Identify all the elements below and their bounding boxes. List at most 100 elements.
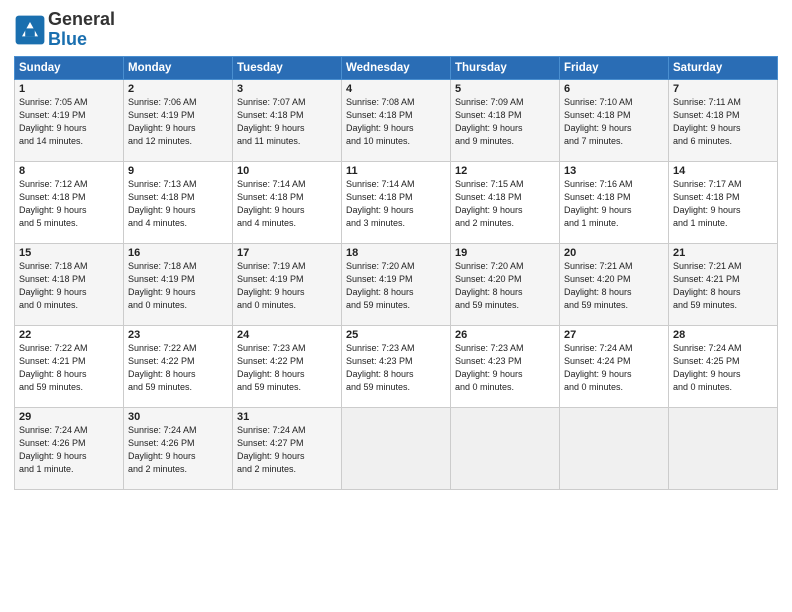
day-number: 24	[237, 329, 337, 341]
calendar-cell: 31Sunrise: 7:24 AM Sunset: 4:27 PM Dayli…	[233, 407, 342, 489]
day-number: 18	[346, 247, 446, 259]
day-number: 23	[128, 329, 228, 341]
calendar-cell: 23Sunrise: 7:22 AM Sunset: 4:22 PM Dayli…	[124, 325, 233, 407]
calendar-cell: 22Sunrise: 7:22 AM Sunset: 4:21 PM Dayli…	[15, 325, 124, 407]
day-number: 20	[564, 247, 664, 259]
calendar-cell	[342, 407, 451, 489]
calendar-cell: 27Sunrise: 7:24 AM Sunset: 4:24 PM Dayli…	[560, 325, 669, 407]
calendar-cell: 25Sunrise: 7:23 AM Sunset: 4:23 PM Dayli…	[342, 325, 451, 407]
calendar-cell: 3Sunrise: 7:07 AM Sunset: 4:18 PM Daylig…	[233, 79, 342, 161]
calendar-cell: 24Sunrise: 7:23 AM Sunset: 4:22 PM Dayli…	[233, 325, 342, 407]
day-info: Sunrise: 7:19 AM Sunset: 4:19 PM Dayligh…	[237, 260, 337, 312]
logo: General Blue	[14, 10, 115, 50]
day-info: Sunrise: 7:24 AM Sunset: 4:27 PM Dayligh…	[237, 424, 337, 476]
calendar-cell: 15Sunrise: 7:18 AM Sunset: 4:18 PM Dayli…	[15, 243, 124, 325]
calendar-cell: 7Sunrise: 7:11 AM Sunset: 4:18 PM Daylig…	[669, 79, 778, 161]
calendar-cell: 6Sunrise: 7:10 AM Sunset: 4:18 PM Daylig…	[560, 79, 669, 161]
day-number: 5	[455, 83, 555, 95]
day-info: Sunrise: 7:24 AM Sunset: 4:25 PM Dayligh…	[673, 342, 773, 394]
day-number: 14	[673, 165, 773, 177]
logo-text: General Blue	[48, 10, 115, 50]
day-number: 10	[237, 165, 337, 177]
day-info: Sunrise: 7:06 AM Sunset: 4:19 PM Dayligh…	[128, 96, 228, 148]
day-info: Sunrise: 7:15 AM Sunset: 4:18 PM Dayligh…	[455, 178, 555, 230]
day-info: Sunrise: 7:20 AM Sunset: 4:19 PM Dayligh…	[346, 260, 446, 312]
day-info: Sunrise: 7:08 AM Sunset: 4:18 PM Dayligh…	[346, 96, 446, 148]
calendar-cell: 19Sunrise: 7:20 AM Sunset: 4:20 PM Dayli…	[451, 243, 560, 325]
day-info: Sunrise: 7:24 AM Sunset: 4:26 PM Dayligh…	[128, 424, 228, 476]
calendar-cell	[451, 407, 560, 489]
calendar-cell: 17Sunrise: 7:19 AM Sunset: 4:19 PM Dayli…	[233, 243, 342, 325]
day-number: 26	[455, 329, 555, 341]
calendar-cell: 13Sunrise: 7:16 AM Sunset: 4:18 PM Dayli…	[560, 161, 669, 243]
day-number: 13	[564, 165, 664, 177]
calendar-cell	[669, 407, 778, 489]
day-info: Sunrise: 7:09 AM Sunset: 4:18 PM Dayligh…	[455, 96, 555, 148]
day-info: Sunrise: 7:22 AM Sunset: 4:21 PM Dayligh…	[19, 342, 119, 394]
day-info: Sunrise: 7:18 AM Sunset: 4:18 PM Dayligh…	[19, 260, 119, 312]
day-number: 28	[673, 329, 773, 341]
day-number: 12	[455, 165, 555, 177]
day-info: Sunrise: 7:07 AM Sunset: 4:18 PM Dayligh…	[237, 96, 337, 148]
col-header-tuesday: Tuesday	[233, 56, 342, 79]
logo-icon	[14, 14, 46, 46]
col-header-saturday: Saturday	[669, 56, 778, 79]
calendar-cell: 21Sunrise: 7:21 AM Sunset: 4:21 PM Dayli…	[669, 243, 778, 325]
calendar-cell: 30Sunrise: 7:24 AM Sunset: 4:26 PM Dayli…	[124, 407, 233, 489]
calendar-cell: 28Sunrise: 7:24 AM Sunset: 4:25 PM Dayli…	[669, 325, 778, 407]
day-info: Sunrise: 7:24 AM Sunset: 4:24 PM Dayligh…	[564, 342, 664, 394]
day-number: 29	[19, 411, 119, 423]
day-info: Sunrise: 7:11 AM Sunset: 4:18 PM Dayligh…	[673, 96, 773, 148]
calendar-cell: 4Sunrise: 7:08 AM Sunset: 4:18 PM Daylig…	[342, 79, 451, 161]
calendar-cell: 9Sunrise: 7:13 AM Sunset: 4:18 PM Daylig…	[124, 161, 233, 243]
calendar-cell: 18Sunrise: 7:20 AM Sunset: 4:19 PM Dayli…	[342, 243, 451, 325]
day-number: 15	[19, 247, 119, 259]
day-number: 19	[455, 247, 555, 259]
day-info: Sunrise: 7:20 AM Sunset: 4:20 PM Dayligh…	[455, 260, 555, 312]
calendar-cell: 26Sunrise: 7:23 AM Sunset: 4:23 PM Dayli…	[451, 325, 560, 407]
day-info: Sunrise: 7:22 AM Sunset: 4:22 PM Dayligh…	[128, 342, 228, 394]
col-header-monday: Monday	[124, 56, 233, 79]
calendar-cell: 20Sunrise: 7:21 AM Sunset: 4:20 PM Dayli…	[560, 243, 669, 325]
col-header-wednesday: Wednesday	[342, 56, 451, 79]
day-number: 22	[19, 329, 119, 341]
day-number: 31	[237, 411, 337, 423]
header: General Blue	[14, 10, 778, 50]
day-number: 7	[673, 83, 773, 95]
week-row-3: 15Sunrise: 7:18 AM Sunset: 4:18 PM Dayli…	[15, 243, 778, 325]
day-info: Sunrise: 7:12 AM Sunset: 4:18 PM Dayligh…	[19, 178, 119, 230]
calendar-cell	[560, 407, 669, 489]
day-info: Sunrise: 7:16 AM Sunset: 4:18 PM Dayligh…	[564, 178, 664, 230]
day-info: Sunrise: 7:23 AM Sunset: 4:23 PM Dayligh…	[346, 342, 446, 394]
day-number: 9	[128, 165, 228, 177]
day-info: Sunrise: 7:05 AM Sunset: 4:19 PM Dayligh…	[19, 96, 119, 148]
day-number: 1	[19, 83, 119, 95]
page: General Blue SundayMondayTuesdayWednesda…	[0, 0, 792, 612]
day-number: 11	[346, 165, 446, 177]
calendar-cell: 11Sunrise: 7:14 AM Sunset: 4:18 PM Dayli…	[342, 161, 451, 243]
day-info: Sunrise: 7:10 AM Sunset: 4:18 PM Dayligh…	[564, 96, 664, 148]
day-info: Sunrise: 7:14 AM Sunset: 4:18 PM Dayligh…	[237, 178, 337, 230]
day-info: Sunrise: 7:13 AM Sunset: 4:18 PM Dayligh…	[128, 178, 228, 230]
day-info: Sunrise: 7:21 AM Sunset: 4:20 PM Dayligh…	[564, 260, 664, 312]
day-info: Sunrise: 7:23 AM Sunset: 4:22 PM Dayligh…	[237, 342, 337, 394]
calendar-cell: 16Sunrise: 7:18 AM Sunset: 4:19 PM Dayli…	[124, 243, 233, 325]
header-row: SundayMondayTuesdayWednesdayThursdayFrid…	[15, 56, 778, 79]
col-header-sunday: Sunday	[15, 56, 124, 79]
week-row-1: 1Sunrise: 7:05 AM Sunset: 4:19 PM Daylig…	[15, 79, 778, 161]
week-row-2: 8Sunrise: 7:12 AM Sunset: 4:18 PM Daylig…	[15, 161, 778, 243]
calendar-cell: 5Sunrise: 7:09 AM Sunset: 4:18 PM Daylig…	[451, 79, 560, 161]
day-number: 27	[564, 329, 664, 341]
day-info: Sunrise: 7:18 AM Sunset: 4:19 PM Dayligh…	[128, 260, 228, 312]
day-info: Sunrise: 7:14 AM Sunset: 4:18 PM Dayligh…	[346, 178, 446, 230]
week-row-4: 22Sunrise: 7:22 AM Sunset: 4:21 PM Dayli…	[15, 325, 778, 407]
day-number: 3	[237, 83, 337, 95]
day-number: 6	[564, 83, 664, 95]
day-number: 8	[19, 165, 119, 177]
day-info: Sunrise: 7:23 AM Sunset: 4:23 PM Dayligh…	[455, 342, 555, 394]
day-number: 30	[128, 411, 228, 423]
calendar-cell: 2Sunrise: 7:06 AM Sunset: 4:19 PM Daylig…	[124, 79, 233, 161]
calendar-cell: 12Sunrise: 7:15 AM Sunset: 4:18 PM Dayli…	[451, 161, 560, 243]
calendar-cell: 10Sunrise: 7:14 AM Sunset: 4:18 PM Dayli…	[233, 161, 342, 243]
week-row-5: 29 Sunrise: 7:24 AM Sunset: 4:26 PM Dayli…	[15, 407, 778, 489]
